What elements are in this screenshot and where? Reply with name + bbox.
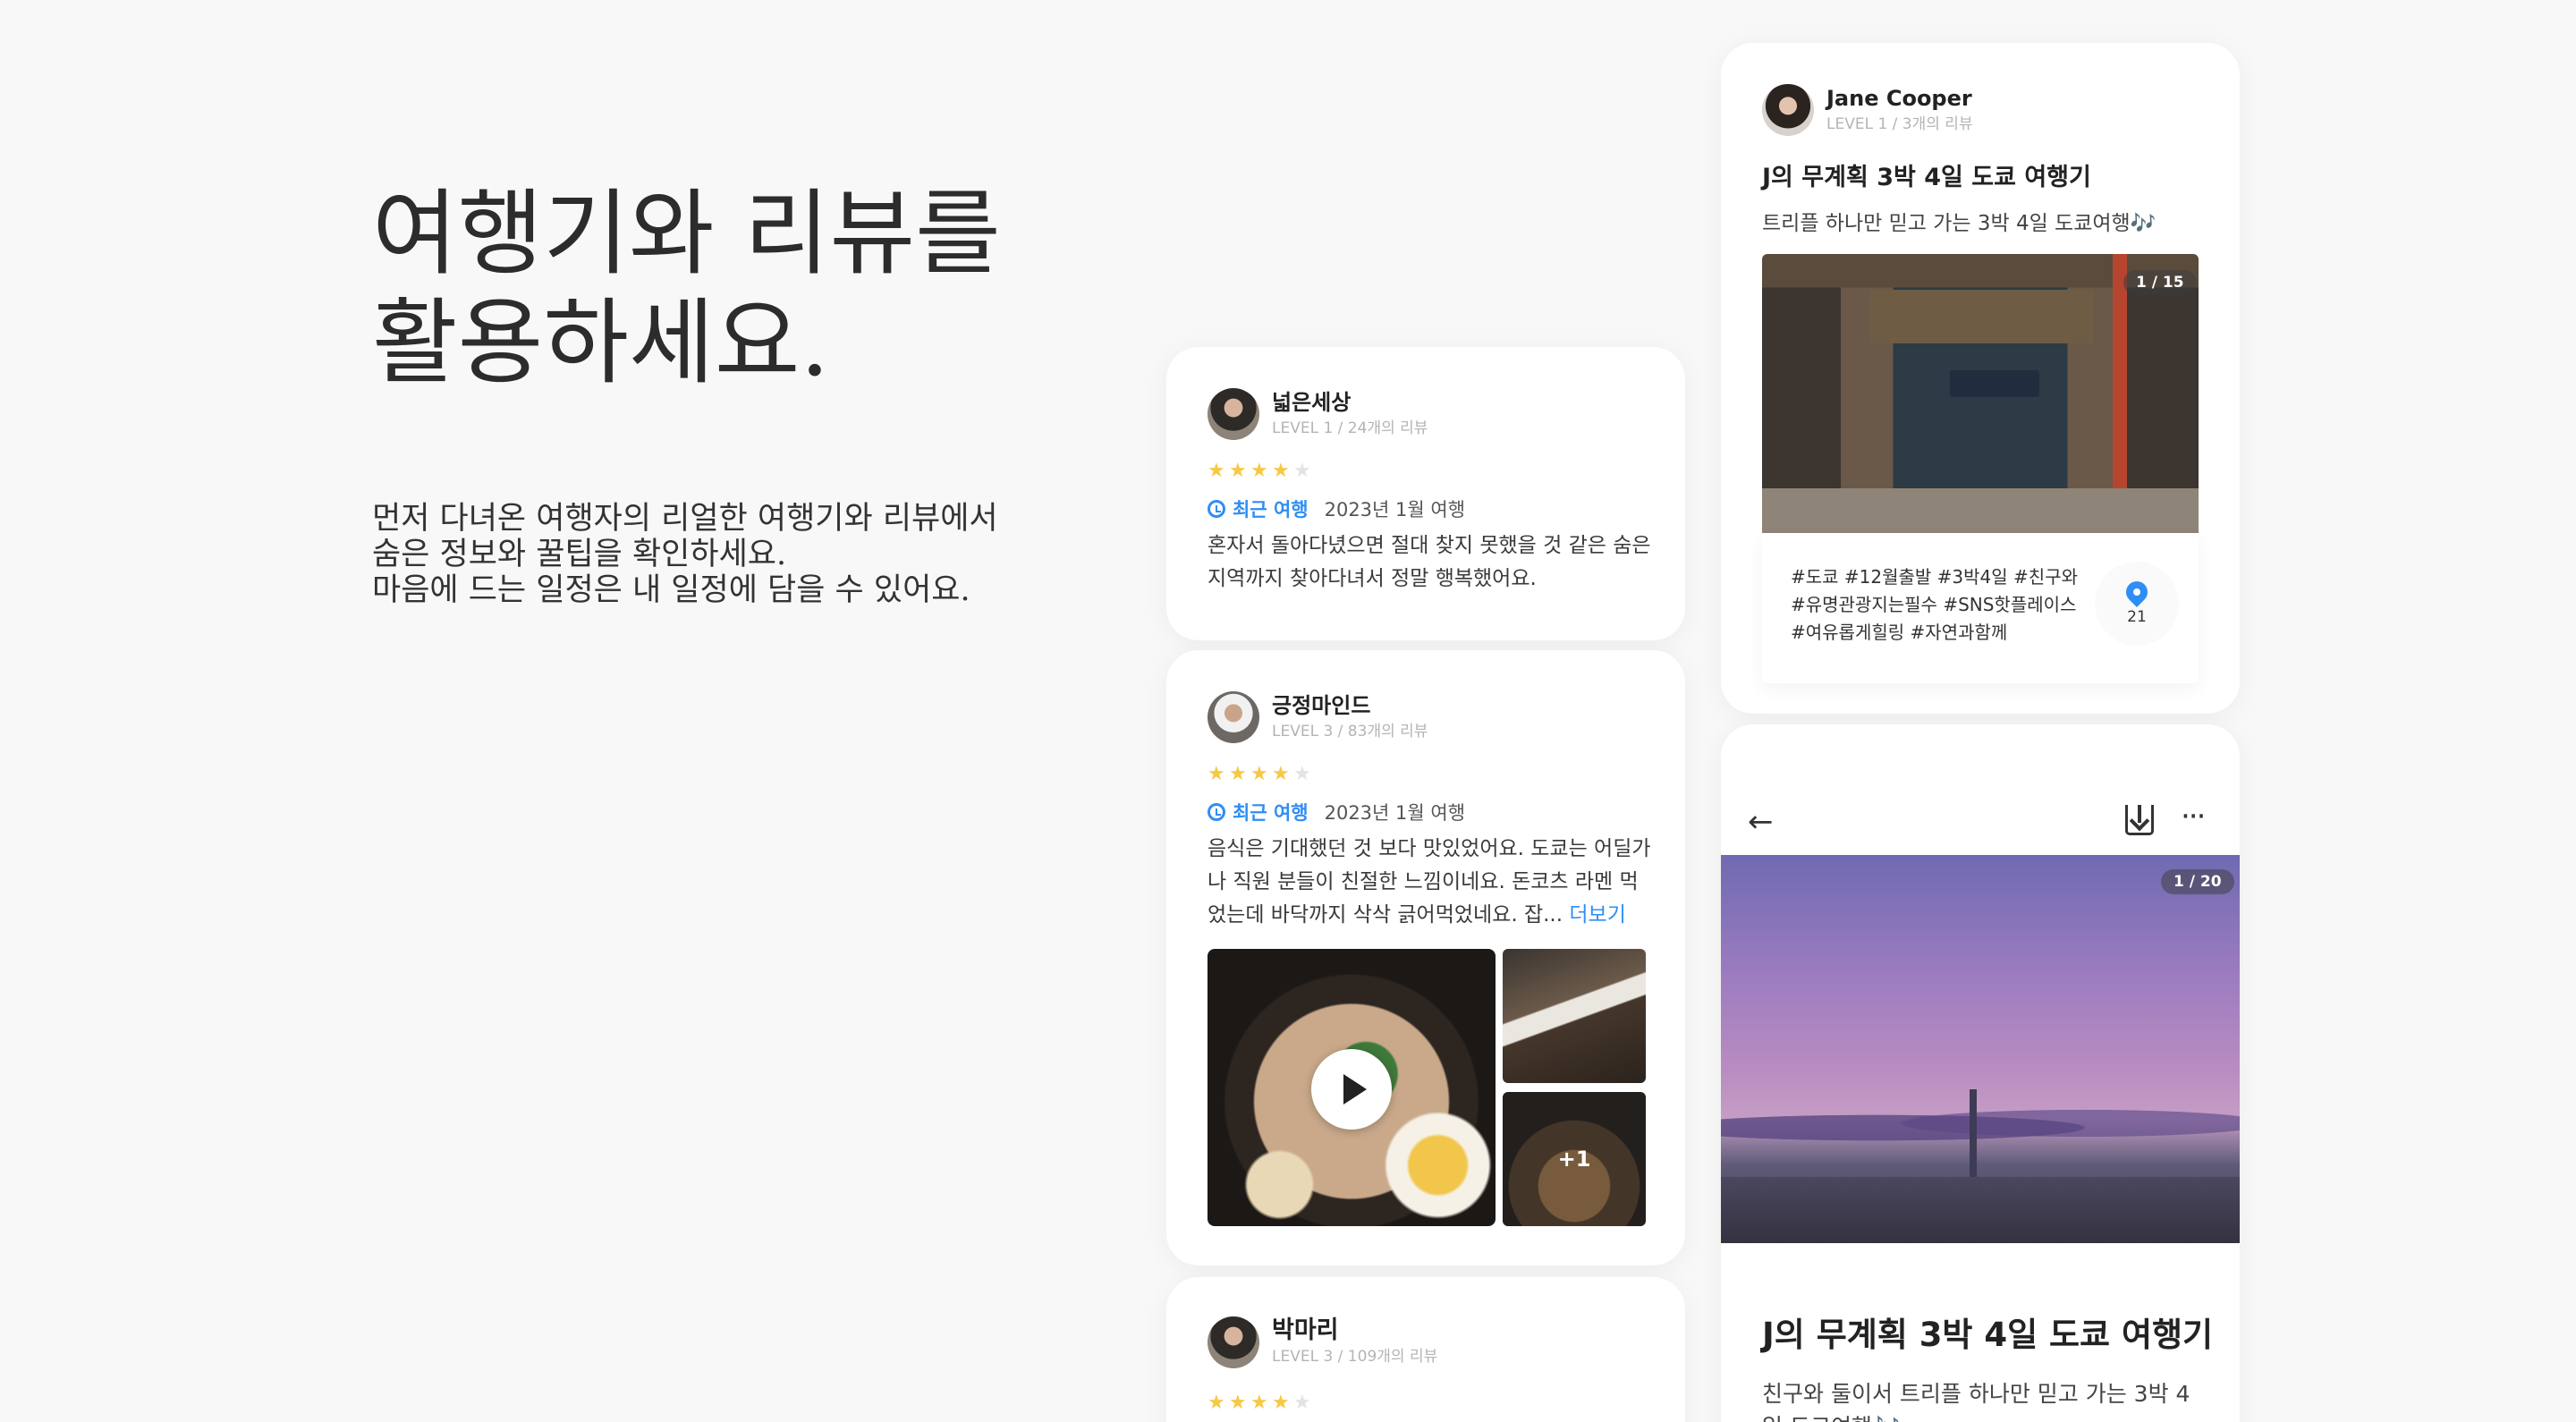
- star-icon: ★: [1250, 460, 1268, 482]
- star-rating: ★ ★ ★ ★ ★: [1208, 461, 1313, 481]
- avatar: [1208, 388, 1259, 440]
- review-header: 박마리 LEVEL 3 / 109개의 리뷰: [1208, 1316, 1437, 1368]
- trip-info: 최근 여행 2023년 1월 여행: [1208, 799, 1465, 825]
- detail-subtitle: 친구와 둘이서 트리플 하나만 믿고 가는 3박 4일 도쿄여행🎶: [1762, 1381, 2190, 1422]
- play-icon[interactable]: [1311, 1049, 1392, 1130]
- city-skyline: [1721, 1177, 2240, 1243]
- star-icon: ★: [1250, 1392, 1268, 1414]
- hashtags: #도쿄 #12월출발 #3박4일 #친구와 #유명관광지는필수 #SNS핫플레이…: [1791, 566, 2079, 643]
- star-icon: ★: [1229, 763, 1247, 785]
- author-name: Jane Cooper: [1826, 86, 1972, 111]
- star-icon: ★: [1208, 1392, 1225, 1414]
- review-text: 혼자서 돌아다녔으면 절대 찾지 못했을 것 같은 숨은 지역까지 찾아다녀서 …: [1208, 534, 1651, 590]
- star-empty-icon: ★: [1293, 460, 1311, 482]
- more-photos-count[interactable]: +1: [1503, 1092, 1646, 1226]
- star-icon: ★: [1272, 460, 1290, 482]
- tokyo-skyline-photo[interactable]: 1 / 20: [1721, 855, 2240, 1243]
- location-pin-icon: [2122, 577, 2152, 607]
- travelogue-detail-card: ← ··· 1 / 20 J의 무계획 3박 4일 도쿄 여행기 친구와 둘이서…: [1721, 724, 2240, 1422]
- star-empty-icon: ★: [1293, 763, 1311, 785]
- hero-title: 여행기와 리뷰를 활용하세요.: [372, 179, 1001, 397]
- star-rating: ★ ★ ★ ★ ★: [1208, 1393, 1313, 1413]
- tokyo-shop-photo[interactable]: 1 / 15: [1762, 254, 2199, 533]
- star-icon: ★: [1250, 763, 1268, 785]
- review-header: 긍정마인드 LEVEL 3 / 83개의 리뷰: [1208, 691, 1428, 743]
- photo-counter: 1 / 15: [2123, 270, 2197, 295]
- author-level: LEVEL 1 / 3개의 리뷰: [1826, 115, 1973, 133]
- save-location-button[interactable]: 21: [2095, 562, 2179, 646]
- reviewer-level: LEVEL 3 / 83개의 리뷰: [1272, 723, 1428, 741]
- avatar: [1762, 84, 1814, 136]
- star-icon: ★: [1272, 1392, 1290, 1414]
- review-text-block: 음식은 기대했던 것 보다 맛있었어요. 도쿄는 어딜가나 직원 분들이 친절한…: [1208, 833, 1655, 932]
- trip-info: 최근 여행 2023년 1월 여행: [1208, 495, 1465, 522]
- star-icon: ★: [1272, 763, 1290, 785]
- star-icon: ★: [1208, 763, 1225, 785]
- reviewer-name: 박마리: [1272, 1316, 1339, 1344]
- review-card[interactable]: 넓은세상 LEVEL 1 / 24개의 리뷰 ★ ★ ★ ★ ★ 최근 여행 2…: [1166, 347, 1685, 640]
- travelogue-title: J의 무계획 3박 4일 도쿄 여행기: [1762, 164, 2091, 191]
- star-icon: ★: [1208, 460, 1225, 482]
- pin-count: 21: [2127, 608, 2147, 626]
- detail-toolbar: ← ···: [1721, 796, 2240, 850]
- more-options-icon[interactable]: ···: [2181, 801, 2216, 832]
- star-empty-icon: ★: [1293, 1392, 1311, 1414]
- review-media: +1: [1208, 949, 1646, 1226]
- trip-date: 2023년 1월 여행: [1324, 499, 1466, 521]
- reviewer-name: 넓은세상: [1272, 390, 1352, 415]
- chef-photo[interactable]: [1503, 949, 1646, 1083]
- star-icon: ★: [1229, 460, 1247, 482]
- reviewer-name: 긍정마인드: [1272, 693, 1371, 718]
- avatar: [1208, 691, 1259, 743]
- author-header: Jane Cooper LEVEL 1 / 3개의 리뷰: [1762, 84, 1973, 136]
- page: 여행기와 리뷰를 활용하세요. 먼저 다녀온 여행자의 리얼한 여행기와 리뷰에…: [0, 0, 2576, 1422]
- reviewer-level: LEVEL 1 / 24개의 리뷰: [1272, 419, 1428, 437]
- download-icon[interactable]: [2125, 805, 2154, 835]
- trip-date: 2023년 1월 여행: [1324, 802, 1466, 824]
- travelogue-card[interactable]: Jane Cooper LEVEL 1 / 3개의 리뷰 J의 무계획 3박 4…: [1721, 43, 2240, 714]
- recent-trip-badge: 최근 여행: [1233, 802, 1309, 824]
- detail-title: J의 무계획 3박 4일 도쿄 여행기: [1762, 1316, 2214, 1354]
- hero-description: 먼저 다녀온 여행자의 리얼한 여행기와 리뷰에서 숨은 정보와 꿀팁을 확인하…: [372, 501, 998, 608]
- review-header: 넓은세상 LEVEL 1 / 24개의 리뷰: [1208, 388, 1428, 440]
- review-card[interactable]: 긍정마인드 LEVEL 3 / 83개의 리뷰 ★ ★ ★ ★ ★ 최근 여행 …: [1166, 650, 1685, 1265]
- travelogue-subtitle: 트리플 하나만 믿고 가는 3박 4일 도쿄여행🎶: [1762, 212, 2157, 235]
- tags-panel: #도쿄 #12월출발 #3박4일 #친구와 #유명관광지는필수 #SNS핫플레이…: [1762, 533, 2199, 683]
- reviewer-level: LEVEL 3 / 109개의 리뷰: [1272, 1348, 1438, 1366]
- recent-trip-badge: 최근 여행: [1233, 499, 1309, 521]
- review-card[interactable]: 박마리 LEVEL 3 / 109개의 리뷰 ★ ★ ★ ★ ★: [1166, 1277, 1685, 1422]
- avatar: [1208, 1316, 1259, 1368]
- star-rating: ★ ★ ★ ★ ★: [1208, 765, 1313, 784]
- more-link[interactable]: 더보기: [1569, 903, 1625, 927]
- history-icon: [1208, 500, 1225, 518]
- photo-counter: 1 / 20: [2161, 869, 2234, 894]
- back-arrow-icon[interactable]: ←: [1748, 807, 1778, 837]
- star-icon: ★: [1229, 1392, 1247, 1414]
- history-icon: [1208, 803, 1225, 821]
